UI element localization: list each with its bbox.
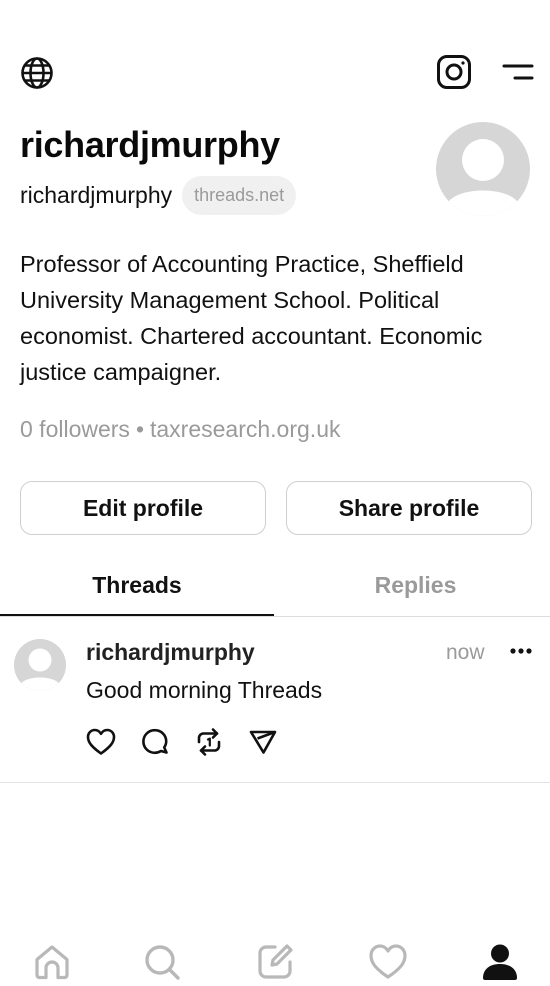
profile-icon[interactable] — [478, 940, 522, 984]
post-actions — [84, 725, 300, 759]
tab-replies[interactable]: Replies — [281, 556, 550, 614]
avatar[interactable] — [436, 122, 530, 216]
repost-icon[interactable] — [192, 725, 226, 759]
post-text: Good morning Threads — [86, 677, 323, 703]
profile-bio: Professor of Accounting Practice, Sheffi… — [20, 251, 483, 385]
tab-threads[interactable]: Threads — [0, 556, 274, 616]
profile-link[interactable]: taxresearch.org.uk — [150, 416, 340, 442]
profile-actions: Edit profile Share profile — [20, 481, 532, 537]
instagram-icon[interactable] — [434, 52, 474, 92]
top-bar — [0, 52, 550, 92]
comment-icon[interactable] — [138, 725, 172, 759]
bottom-nav — [0, 936, 550, 986]
search-icon[interactable] — [140, 940, 184, 984]
activity-heart-icon[interactable] — [366, 940, 410, 984]
menu-icon[interactable] — [498, 56, 538, 88]
edit-profile-button[interactable]: Edit profile — [20, 481, 266, 535]
post-time: now — [446, 641, 485, 664]
profile-handle: richardjmurphy — [20, 182, 173, 208]
share-profile-button[interactable]: Share profile — [286, 481, 532, 535]
globe-icon[interactable] — [18, 54, 56, 92]
profile-meta: 0 followers • taxresearch.org.uk — [20, 416, 340, 443]
heart-icon[interactable] — [84, 725, 118, 759]
send-icon[interactable] — [246, 725, 280, 759]
thread-post[interactable]: richardjmurphy now Good morning Threads — [0, 617, 550, 783]
post-avatar[interactable] — [14, 639, 66, 691]
compose-icon[interactable] — [253, 940, 297, 984]
post-author[interactable]: richardjmurphy — [86, 639, 255, 666]
handle-row: richardjmurphy threads.net — [20, 176, 297, 215]
profile-header: richardjmurphy richardjmurphy threads.ne… — [20, 120, 530, 220]
followers-count[interactable]: 0 followers — [20, 416, 130, 442]
profile-tabs: Threads Replies — [0, 556, 550, 617]
meta-separator: • — [135, 416, 144, 442]
profile-name: richardjmurphy — [20, 124, 280, 165]
domain-badge[interactable]: threads.net — [182, 176, 297, 215]
more-options-icon[interactable] — [508, 641, 534, 661]
home-icon[interactable] — [30, 940, 74, 984]
